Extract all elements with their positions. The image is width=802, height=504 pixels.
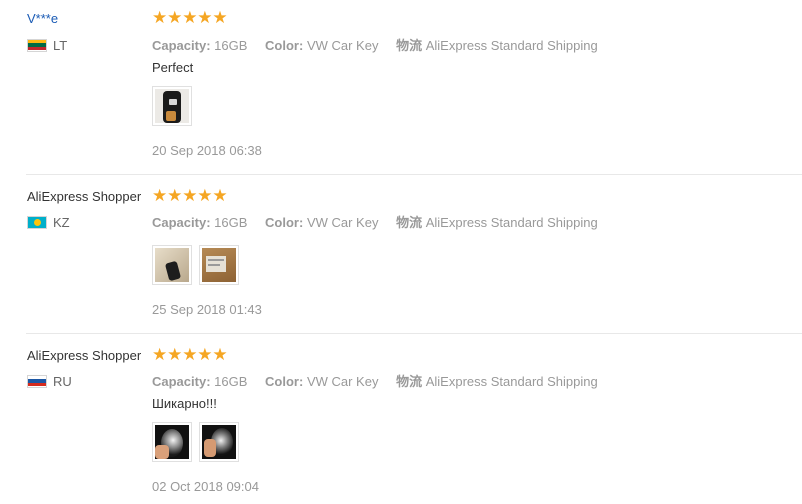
kazakhstan-flag-icon	[27, 215, 47, 229]
star-icon: ★	[212, 8, 228, 28]
capacity-label: Capacity:	[152, 215, 211, 230]
logistics-label: 物流	[396, 38, 423, 53]
review-photo-thumbnail[interactable]	[152, 86, 192, 126]
color-label: Color:	[265, 38, 304, 53]
review-date: 25 Sep 2018 01:43	[152, 302, 262, 317]
logistics-label: 物流	[396, 374, 423, 389]
star-icon: ★	[167, 8, 183, 28]
review-photo-thumbnail[interactable]	[199, 245, 239, 285]
star-icon: ★	[182, 186, 198, 206]
capacity-label: Capacity:	[152, 38, 211, 53]
capacity-value: 16GB	[214, 38, 248, 53]
country-code: LT	[53, 37, 68, 53]
logistics-value: AliExpress Standard Shipping	[425, 215, 598, 230]
capacity-value: 16GB	[214, 215, 248, 230]
order-attributes: Capacity: 16GB Color: VW Car Key 物流 AliE…	[152, 371, 598, 390]
star-icon: ★	[182, 345, 198, 365]
review-photos	[152, 86, 199, 126]
star-icon: ★	[197, 345, 213, 365]
color-label: Color:	[265, 374, 304, 389]
logistics-label: 物流	[396, 215, 423, 230]
star-icon: ★	[167, 186, 183, 206]
reviewer-name[interactable]: V***e	[27, 11, 58, 27]
star-rating: ★ ★ ★ ★ ★	[152, 186, 228, 206]
review-date: 20 Sep 2018 06:38	[152, 143, 262, 158]
divider	[26, 174, 802, 175]
star-icon: ★	[182, 8, 198, 28]
logistics-value: AliExpress Standard Shipping	[425, 38, 598, 53]
review-date: 02 Oct 2018 09:04	[152, 479, 259, 494]
review-photo-thumbnail[interactable]	[199, 422, 239, 462]
review-comment: Шикарно!!!	[152, 396, 217, 411]
reviewer-country: KZ	[27, 214, 70, 230]
divider	[26, 333, 802, 334]
reviewer-name: AliExpress Shopper	[27, 189, 142, 204]
star-icon: ★	[212, 345, 228, 365]
order-attributes: Capacity: 16GB Color: VW Car Key 物流 AliE…	[152, 35, 598, 54]
star-icon: ★	[152, 186, 168, 206]
review-comment: Perfect	[152, 60, 194, 75]
order-attributes: Capacity: 16GB Color: VW Car Key 物流 AliE…	[152, 212, 598, 231]
country-code: RU	[53, 373, 72, 389]
reviewer-name: AliExpress Shopper	[27, 348, 142, 363]
capacity-value: 16GB	[214, 374, 248, 389]
russia-flag-icon	[27, 374, 47, 388]
reviewer-country: RU	[27, 373, 72, 389]
country-code: KZ	[53, 214, 70, 230]
color-label: Color:	[265, 215, 304, 230]
review-item: V***e LT ★ ★ ★ ★ ★ Capacity: 16GB Color:…	[0, 0, 802, 175]
star-rating: ★ ★ ★ ★ ★	[152, 345, 228, 365]
review-item: AliExpress Shopper RU ★ ★ ★ ★ ★ Capacity…	[0, 335, 802, 504]
color-value: VW Car Key	[306, 215, 379, 230]
star-icon: ★	[197, 8, 213, 28]
review-photos	[152, 422, 246, 462]
capacity-label: Capacity:	[152, 374, 211, 389]
star-icon: ★	[152, 345, 168, 365]
star-rating: ★ ★ ★ ★ ★	[152, 8, 228, 28]
color-value: VW Car Key	[306, 38, 379, 53]
star-icon: ★	[152, 8, 168, 28]
review-photo-thumbnail[interactable]	[152, 422, 192, 462]
review-photos	[152, 245, 246, 285]
review-item: AliExpress Shopper KZ ★ ★ ★ ★ ★ Capacity…	[0, 176, 802, 334]
review-photo-thumbnail[interactable]	[152, 245, 192, 285]
star-icon: ★	[197, 186, 213, 206]
star-icon: ★	[212, 186, 228, 206]
color-value: VW Car Key	[306, 374, 379, 389]
logistics-value: AliExpress Standard Shipping	[425, 374, 598, 389]
star-icon: ★	[167, 345, 183, 365]
lithuania-flag-icon	[27, 38, 47, 52]
reviewer-country: LT	[27, 37, 67, 53]
